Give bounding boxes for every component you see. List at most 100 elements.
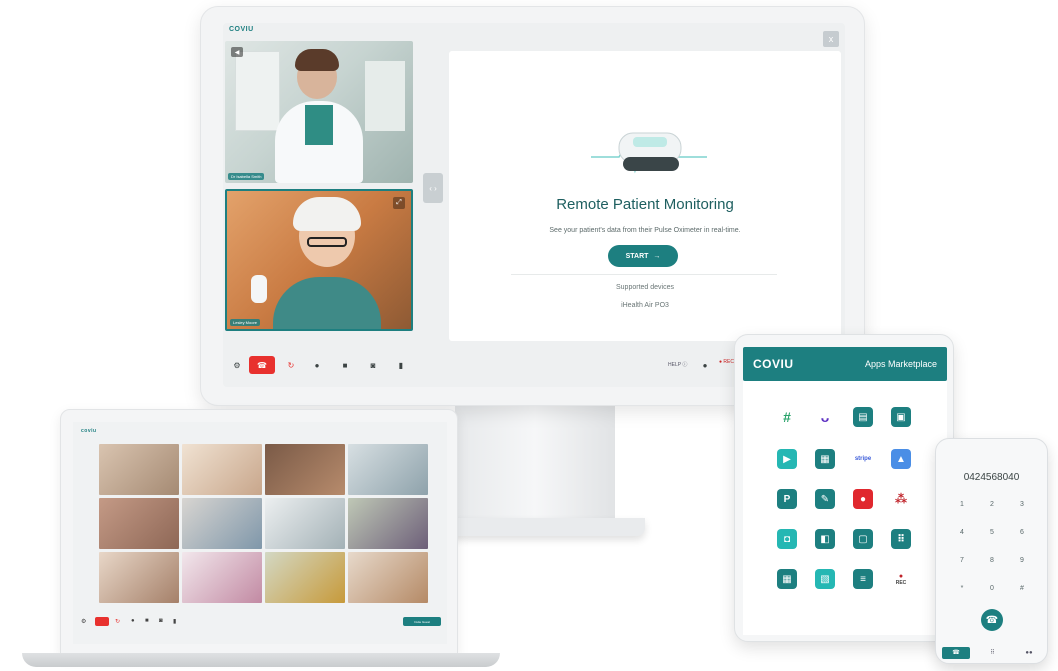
camera-icon[interactable]: ■	[145, 618, 149, 624]
invite-guest-button[interactable]: Invite Guest	[403, 617, 441, 626]
patient-sweater	[273, 277, 381, 329]
rec-app-icon[interactable]: ● REC	[891, 569, 911, 589]
whiteboard-app-icon[interactable]: ▧	[815, 569, 835, 589]
tablet-brand-logo: COVIU	[753, 357, 794, 371]
refresh-icon[interactable]: ↻	[115, 618, 120, 625]
screen-share-app-icon[interactable]: ▶	[777, 449, 797, 469]
arrow-right-icon: →	[653, 252, 661, 260]
participant-tile[interactable]	[348, 498, 428, 549]
dial-key-9[interactable]: 9	[1012, 557, 1032, 571]
refresh-icon[interactable]: ↻	[281, 356, 301, 374]
phone-nav-contacts-icon[interactable]: ●●	[1015, 647, 1043, 659]
call-button[interactable]: ☎	[981, 609, 1003, 631]
smile-app-icon[interactable]: ᴗ	[815, 407, 835, 427]
people-app-icon[interactable]: ⠿	[891, 529, 911, 549]
patient-video-tile[interactable]: ⤢ Lesley Moore	[225, 189, 413, 331]
dial-key-1[interactable]: 1	[952, 501, 972, 515]
dial-key-4[interactable]: 4	[952, 529, 972, 543]
image-app-icon[interactable]: ▣	[891, 407, 911, 427]
book-app-icon[interactable]: ◧	[815, 529, 835, 549]
patient-glasses	[307, 237, 347, 247]
record-app-icon[interactable]: ●	[853, 489, 873, 509]
chat-app-icon[interactable]: ▢	[853, 529, 873, 549]
drive-app-icon[interactable]: ▲	[891, 449, 911, 469]
participant-tile[interactable]	[182, 444, 262, 495]
document-app-icon[interactable]: ▤	[853, 407, 873, 427]
stripe-app-icon[interactable]: stripe	[853, 449, 873, 469]
pulse-oximeter	[251, 275, 267, 303]
help-button[interactable]: HELP ⓘ	[668, 361, 687, 368]
phone-nav-grid-icon[interactable]: ⠿	[979, 647, 1007, 659]
patient-hair	[293, 197, 361, 231]
dial-key-0[interactable]: 0	[982, 585, 1002, 599]
participant-tile[interactable]	[99, 552, 179, 603]
phone-bottom-nav: ☎ ⠿ ●●	[942, 647, 1043, 659]
participant-tile[interactable]	[182, 552, 262, 603]
dial-key-2[interactable]: 2	[982, 501, 1002, 515]
participant-tile[interactable]	[348, 444, 428, 495]
pen-app-icon[interactable]: ✎	[815, 489, 835, 509]
notes-app-icon[interactable]: ≡	[853, 569, 873, 589]
participant-tile[interactable]	[265, 498, 345, 549]
microphone-icon[interactable]: ●	[131, 618, 135, 624]
help-label: HELP	[668, 362, 681, 368]
participant-tile[interactable]	[99, 444, 179, 495]
end-call-icon[interactable]: ☎	[249, 356, 275, 374]
pills-app-icon[interactable]: ⁂	[891, 489, 911, 509]
user-icon[interactable]: ●	[695, 356, 715, 374]
dial-key-hash[interactable]: #	[1012, 585, 1032, 599]
camera-icon[interactable]: ■	[335, 356, 355, 374]
monitor-stand-base	[440, 518, 645, 536]
record-button[interactable]: ● REC	[719, 359, 734, 365]
monitor-screen: COVIU ◀ Dr Isabella Smith ⤢ Lesley Moore…	[223, 23, 845, 387]
device-app-icon[interactable]: ◘	[777, 529, 797, 549]
background-cabinet	[365, 61, 405, 131]
supported-device-name: iHealth Air PO3	[621, 302, 669, 309]
pulse-oximeter-illustration	[591, 132, 707, 174]
doctor-scrubs	[305, 105, 333, 145]
monitor-brand-logo: COVIU	[229, 26, 254, 33]
patient-name-label: Lesley Moore	[230, 319, 261, 326]
end-call-icon[interactable]	[95, 617, 109, 626]
trash-icon[interactable]: ▮	[173, 618, 176, 625]
clipboard-app-icon[interactable]: ▦	[815, 449, 835, 469]
doctor-name-label: Dr Isabella Smith	[228, 173, 265, 180]
dial-key-5[interactable]: 5	[982, 529, 1002, 543]
snapshot-icon[interactable]: ◙	[159, 618, 163, 624]
dial-key-6[interactable]: 6	[1012, 529, 1032, 543]
laptop-base	[22, 653, 500, 667]
rec-label: REC	[723, 359, 734, 365]
trash-icon[interactable]: ▮	[391, 356, 411, 374]
speaker-icon[interactable]: ◀	[231, 47, 243, 57]
participant-tile[interactable]	[99, 498, 179, 549]
microphone-icon[interactable]: ●	[307, 356, 327, 374]
background-shelf	[235, 51, 280, 131]
start-button[interactable]: START →	[608, 245, 678, 267]
phone-nav-call-icon[interactable]: ☎	[942, 647, 970, 659]
doctor-video-tile[interactable]: ◀ Dr Isabella Smith	[225, 41, 413, 183]
snapshot-icon[interactable]: ◙	[363, 356, 383, 374]
participant-tile[interactable]	[348, 552, 428, 603]
participant-tile[interactable]	[265, 444, 345, 495]
panel-resize-handle[interactable]: ‹ ›	[423, 173, 443, 203]
start-label: START	[625, 252, 649, 260]
dial-key-7[interactable]: 7	[952, 557, 972, 571]
close-icon[interactable]: x	[823, 31, 839, 47]
slack-app-icon[interactable]: #	[777, 407, 797, 427]
dial-key-star[interactable]: *	[952, 585, 972, 599]
apps-grid: # ᴗ ▤ ▣ ▶ ▦ stripe ▲ P ✎ ● ⁂ ◘ ◧ ▢ ⠿ ▦ ▧…	[743, 381, 947, 635]
divider	[511, 274, 777, 275]
dial-key-3[interactable]: 3	[1012, 501, 1032, 515]
laptop-screen: coviu ⚙ ↻ ● ■ ◙ ▮ Invite Guest	[73, 422, 447, 644]
dialed-number: 0424568040	[963, 472, 1020, 483]
participant-tile[interactable]	[182, 498, 262, 549]
laptop: coviu ⚙ ↻ ● ■ ◙ ▮ Invite Guest	[60, 409, 458, 655]
expand-icon[interactable]: ⤢	[393, 197, 405, 209]
calendar-app-icon[interactable]: ▦	[777, 569, 797, 589]
dial-key-8[interactable]: 8	[982, 557, 1002, 571]
p-app-icon[interactable]: P	[777, 489, 797, 509]
tablet-header: COVIU Apps Marketplace	[743, 347, 947, 381]
settings-icon[interactable]: ⚙	[81, 618, 89, 626]
participant-tile[interactable]	[265, 552, 345, 603]
settings-icon[interactable]: ⚙	[227, 356, 247, 374]
